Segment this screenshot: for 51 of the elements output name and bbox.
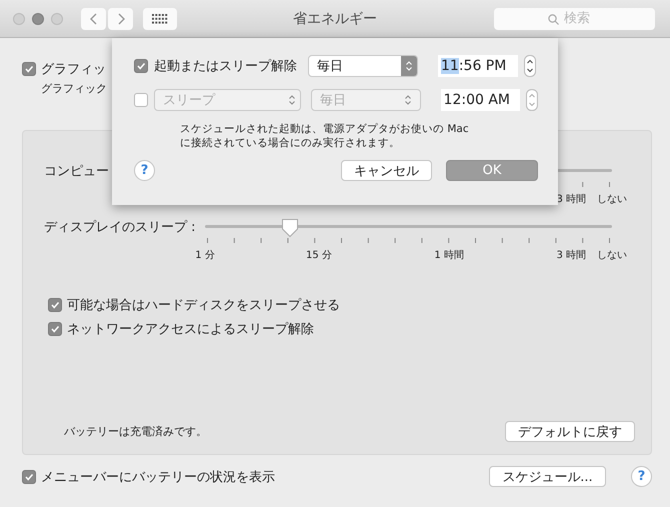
chevron-left-icon: [88, 12, 98, 26]
tick-label: 1 時間: [434, 248, 464, 262]
graphics-note: グラフィック: [41, 81, 108, 96]
tick-label: 1 分: [195, 249, 215, 262]
check-icon: [24, 64, 34, 74]
time-field[interactable]: 12:00 AM: [440, 89, 520, 111]
up-down-chevron-icon: [404, 94, 412, 106]
checkbox-label: メニューバーにバッテリーの状況を表示: [41, 468, 275, 486]
checkbox[interactable]: [48, 298, 62, 312]
schedule-button[interactable]: スケジュール...: [489, 466, 606, 487]
slider-label: ディスプレイのスリープ :: [44, 220, 196, 235]
check-icon: [50, 324, 60, 334]
back-button[interactable]: [81, 8, 106, 30]
minimize-button[interactable]: [32, 12, 44, 24]
frequency-popup[interactable]: 毎日: [308, 55, 418, 77]
tick-label: しない: [597, 193, 627, 206]
check-icon: [24, 472, 34, 482]
help-button[interactable]: ?: [134, 160, 155, 182]
checkbox[interactable]: [48, 322, 62, 336]
up-down-chevron-icon: [405, 60, 413, 72]
time-field[interactable]: 11:56 PM: [438, 55, 518, 77]
checkbox[interactable]: [134, 59, 148, 73]
schedule-note: スケジュールされた起動は、電源アダプタがお使いの Mac に接続されている場合にのみ実行されます。: [180, 122, 470, 150]
battery-status: バッテリーは充電済みです。: [64, 424, 207, 439]
up-down-chevron-icon: [288, 94, 296, 106]
search-field[interactable]: 検索: [494, 8, 655, 30]
tick-label: しない: [597, 249, 627, 262]
forward-button[interactable]: [108, 8, 133, 30]
checkbox[interactable]: [134, 93, 148, 107]
checkbox[interactable]: [22, 62, 36, 76]
checkbox-label: ネットワークアクセスによるスリープ解除: [67, 321, 314, 338]
window-title: 省エネルギー: [293, 10, 377, 28]
cancel-button[interactable]: キャンセル: [341, 160, 432, 182]
search-icon: [548, 14, 559, 24]
checkbox-label: グラフィッ: [41, 61, 106, 78]
restore-defaults-button[interactable]: デフォルトに戻す: [505, 421, 635, 442]
slider-thumb[interactable]: [281, 218, 300, 238]
slider-label: コンピュー: [44, 164, 109, 179]
check-icon: [136, 61, 146, 71]
check-icon: [50, 300, 60, 310]
checkbox-label: 可能な場合はハードディスクをスリープさせる: [67, 297, 340, 314]
stepper[interactable]: [524, 55, 536, 77]
grid-icon: [152, 14, 168, 24]
show-all-button[interactable]: [143, 8, 177, 30]
tick-label: 3 時間: [556, 248, 586, 262]
event-label: 起動またはスリープ解除: [154, 58, 298, 75]
tick-label: 15 分: [306, 249, 332, 262]
slider[interactable]: [205, 218, 612, 238]
checkbox[interactable]: [22, 470, 36, 484]
chevron-right-icon: [116, 12, 126, 26]
help-button[interactable]: ?: [631, 466, 652, 487]
